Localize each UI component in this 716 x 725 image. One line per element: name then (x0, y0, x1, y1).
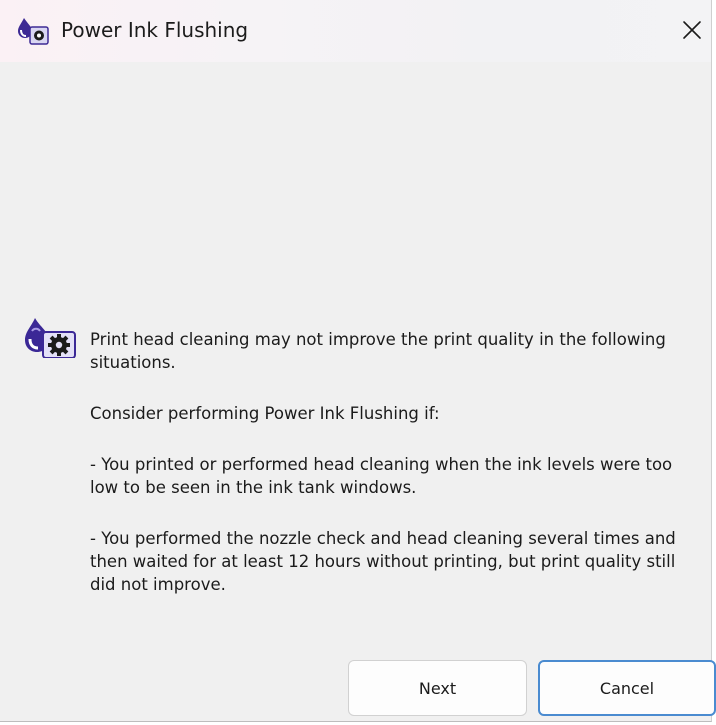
ink-drop-gear-icon (15, 318, 79, 359)
next-button[interactable]: Next (348, 660, 527, 716)
message-line-1: Print head cleaning may not improve the … (90, 330, 666, 372)
close-icon (683, 21, 701, 39)
cancel-button[interactable]: Cancel (538, 660, 716, 716)
window-title: Power Ink Flushing (61, 18, 249, 42)
message-line-2: Consider performing Power Ink Flushing i… (90, 404, 440, 423)
dialog-window: Power Ink Flushing Print head cleaning m… (0, 0, 716, 722)
printer-maintenance-icon (15, 16, 53, 46)
message-text: Print head cleaning may not improve the … (90, 328, 690, 596)
message-line-3: - You printed or performed head cleaning… (90, 455, 673, 497)
close-button[interactable] (674, 12, 710, 48)
title-bar: Power Ink Flushing (0, 0, 711, 62)
message-line-4: - You performed the nozzle check and hea… (90, 529, 676, 594)
